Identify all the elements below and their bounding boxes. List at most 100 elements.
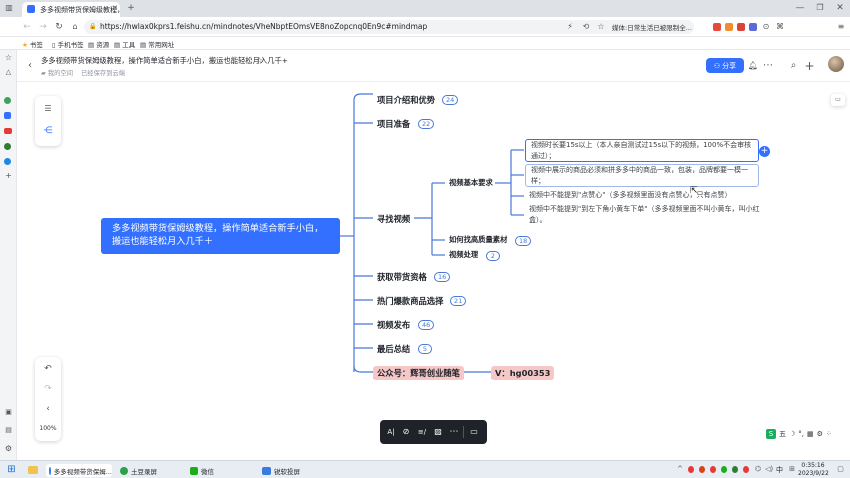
- collapse-icon[interactable]: ‹: [43, 404, 53, 414]
- root-node[interactable]: 多多视频带货保姆级教程，操作简单适合新手小白，搬运也能轻松月入几千＋: [101, 218, 340, 254]
- add-child-button[interactable]: +: [759, 146, 770, 157]
- extension-4-icon[interactable]: [749, 23, 757, 31]
- extension-3-icon[interactable]: [737, 23, 745, 31]
- reading-icon[interactable]: △: [4, 68, 13, 77]
- branch-video-publish-count[interactable]: 46: [418, 320, 435, 330]
- browser-tab-active[interactable]: 多多视频带货保姆级教程，操作简...: [22, 2, 120, 17]
- extension-6-icon[interactable]: ⌘: [775, 22, 785, 32]
- extension-5-icon[interactable]: ⊙: [761, 22, 771, 32]
- volume-icon[interactable]: ◁): [765, 465, 773, 474]
- requirement-item-selected[interactable]: 视频时长要15s以上（本人亲自测试过15s以下的视频，100%不会审核通过）；: [525, 139, 759, 162]
- sub-video-processing-count[interactable]: 2: [486, 251, 500, 261]
- ime-punct-icon[interactable]: °,: [798, 430, 804, 438]
- close-window-icon[interactable]: ✕: [835, 3, 845, 13]
- sub-find-material[interactable]: 如何找高质量素材: [449, 235, 507, 245]
- clock-time[interactable]: 0:35:16: [800, 462, 826, 469]
- comment-add-icon[interactable]: ▭: [469, 427, 479, 437]
- ime-lang[interactable]: 中: [776, 465, 783, 475]
- bookmark-tools[interactable]: ▤ 工具: [114, 39, 135, 49]
- back-chevron-icon[interactable]: ‹: [25, 61, 35, 71]
- share-button[interactable]: ⚇ 分享: [706, 58, 744, 73]
- bookmark-star[interactable]: ★ 书签: [22, 39, 43, 49]
- forward-icon[interactable]: →: [38, 22, 48, 32]
- doc-title[interactable]: 多多视频带货保姆级教程，操作简单适合新手小白，搬运也能轻松月入几千+: [41, 56, 288, 66]
- bookmark-common[interactable]: ▤ 常用网址: [140, 39, 174, 49]
- branch-project-prep[interactable]: 项目准备: [373, 117, 414, 131]
- close-tab-icon[interactable]: ✕: [111, 4, 119, 12]
- branch-hot-products-count[interactable]: 21: [450, 296, 467, 306]
- ime-settings-icon[interactable]: ⚙: [817, 430, 823, 438]
- menu-icon[interactable]: ≡: [836, 22, 846, 32]
- ime-wubi-icon[interactable]: 五: [779, 429, 786, 439]
- file-explorer-icon[interactable]: [28, 466, 38, 474]
- branch-project-intro-count[interactable]: 24: [442, 95, 459, 105]
- rail-app-3-icon[interactable]: [4, 128, 12, 134]
- layout-icon[interactable]: ≡/: [417, 427, 427, 437]
- branch-summary-count[interactable]: 5: [418, 344, 432, 354]
- tray-icon-3[interactable]: [710, 466, 716, 473]
- lightning-icon[interactable]: ⚡: [565, 22, 575, 32]
- tray-chevron-icon[interactable]: ^: [676, 465, 684, 474]
- rail-settings-icon[interactable]: ▣: [4, 408, 13, 417]
- network-icon[interactable]: ⌬: [754, 465, 762, 474]
- text-style-icon[interactable]: A|: [386, 427, 396, 437]
- mindmap-canvas[interactable]: ☰ ⋲ ▭ 多多视频带货保姆级教程，操作简单适合新手小白，搬运也能轻松月入几千＋…: [17, 82, 850, 460]
- rail-app-4-icon[interactable]: [4, 143, 11, 150]
- minimize-icon[interactable]: —: [795, 3, 805, 13]
- taskbar-app-wechat[interactable]: 微信: [190, 464, 214, 477]
- wechat-id-node[interactable]: V：hg00353: [491, 366, 555, 380]
- node-style-icon[interactable]: ⊘: [401, 427, 411, 437]
- sub-video-requirements[interactable]: 视频基本要求: [449, 178, 493, 188]
- taskbar-app-browser[interactable]: 多多视频带货保姆...: [46, 464, 112, 477]
- ime-moon-icon[interactable]: ☽: [789, 430, 795, 438]
- clock-date[interactable]: 2023/9/22: [798, 470, 829, 477]
- taskbar-app-screencast[interactable]: 锐软投屏: [262, 464, 300, 477]
- bookmark-mobile[interactable]: ▯ 手机书签: [52, 39, 84, 49]
- rail-screen-icon[interactable]: ▤: [4, 426, 13, 435]
- maximize-icon[interactable]: ❐: [815, 3, 825, 13]
- favorite-star-icon[interactable]: ☆: [255, 56, 264, 65]
- branch-project-intro[interactable]: 项目介绍和优势: [373, 93, 439, 107]
- tray-icon-6[interactable]: [743, 466, 749, 473]
- star-icon[interactable]: ☆: [596, 22, 606, 32]
- requirement-item[interactable]: 视频中不能提到"点赞心"（多多视频里面没有点赞心，只有点赞）: [529, 190, 765, 202]
- redo-icon[interactable]: ↷: [43, 384, 53, 394]
- rail-add-icon[interactable]: +: [4, 171, 13, 180]
- extension-1-icon[interactable]: [713, 23, 721, 31]
- home-icon[interactable]: ⌂: [70, 22, 80, 32]
- search-icon[interactable]: ⌕: [788, 60, 799, 71]
- search-hint[interactable]: 媒体:日常生活已被限制全...: [612, 22, 694, 32]
- undo-icon[interactable]: ↶: [43, 364, 53, 374]
- requirement-item[interactable]: 视频中不能提到"到左下角小黄车下单"（多多视频里面不叫小黄车，叫小红盒）。: [529, 204, 765, 227]
- share-page-icon[interactable]: ⟲: [581, 22, 591, 32]
- branch-get-qualification[interactable]: 获取带货资格: [373, 270, 431, 284]
- image-icon[interactable]: ▨: [433, 427, 443, 437]
- ime-keyboard-icon[interactable]: ▦: [807, 430, 814, 438]
- more-icon[interactable]: ⋯: [763, 61, 773, 71]
- notification-bell-icon[interactable]: 🔔︎: [748, 61, 758, 71]
- tray-icon-4[interactable]: [721, 466, 727, 473]
- ime-logo-icon[interactable]: S: [766, 429, 776, 439]
- new-tab-icon[interactable]: +: [126, 3, 136, 13]
- branch-summary[interactable]: 最后总结: [373, 342, 414, 356]
- favorites-icon[interactable]: ☆: [4, 53, 13, 62]
- notification-center-icon[interactable]: ▢: [836, 465, 845, 474]
- branch-project-prep-count[interactable]: 22: [418, 119, 435, 129]
- tray-icon-1[interactable]: [688, 466, 694, 473]
- more-options-icon[interactable]: ⋯: [449, 427, 459, 437]
- ime-mode-icon[interactable]: ⊞: [788, 465, 796, 474]
- requirement-item[interactable]: 视频中展示的商品必须和拼多多中的商品一致，包装，品牌都要一模一样；: [525, 164, 759, 187]
- branch-hot-products[interactable]: 热门爆款商品选择: [373, 294, 447, 308]
- sub-video-processing[interactable]: 视频处理: [449, 250, 478, 260]
- avatar[interactable]: [828, 56, 844, 72]
- tray-icon-2[interactable]: [699, 466, 705, 473]
- start-icon[interactable]: ⊞: [6, 464, 17, 475]
- bookmark-resources[interactable]: ▤ 资源: [88, 39, 109, 49]
- rail-gear-icon[interactable]: ⚙: [4, 444, 13, 453]
- branch-get-qualification-count[interactable]: 16: [434, 272, 451, 282]
- extension-2-icon[interactable]: [725, 23, 733, 31]
- branch-find-video[interactable]: 寻找视频: [373, 212, 414, 226]
- reload-icon[interactable]: ↻: [54, 22, 64, 32]
- branch-video-publish[interactable]: 视频发布: [373, 318, 414, 332]
- create-plus-icon[interactable]: +: [804, 60, 815, 72]
